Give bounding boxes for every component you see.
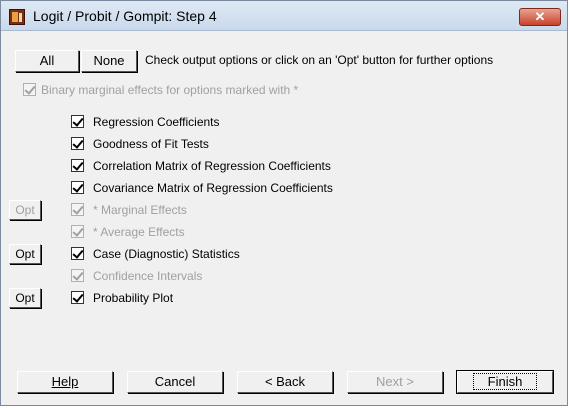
- option-checkbox[interactable]: [71, 247, 84, 260]
- back-button[interactable]: < Back: [237, 371, 333, 393]
- option-row[interactable]: Covariance Matrix of Regression Coeffici…: [9, 179, 549, 197]
- option-row: Opt * Marginal Effects: [9, 200, 549, 220]
- binary-marginal-label: Binary marginal effects for options mark…: [41, 83, 299, 97]
- option-checkbox: [71, 203, 84, 216]
- option-label: Covariance Matrix of Regression Coeffici…: [93, 181, 333, 195]
- window-title: Logit / Probit / Gompit: Step 4: [33, 8, 217, 24]
- back-label: < Back: [264, 374, 306, 389]
- close-button[interactable]: ✕: [519, 8, 561, 26]
- next-button: Next >: [347, 371, 443, 393]
- help-button[interactable]: Help: [17, 371, 113, 393]
- help-label: Help: [51, 374, 79, 389]
- none-button[interactable]: None: [81, 50, 137, 72]
- all-button[interactable]: All: [15, 50, 79, 72]
- option-checkbox[interactable]: [71, 137, 84, 150]
- opt-button[interactable]: Opt: [9, 244, 41, 264]
- option-row[interactable]: Goodness of Fit Tests: [9, 135, 549, 153]
- finish-button[interactable]: Finish: [456, 370, 554, 394]
- cancel-button[interactable]: Cancel: [127, 371, 223, 393]
- option-checkbox: [71, 269, 84, 282]
- option-label: Confidence Intervals: [93, 269, 203, 283]
- option-checkbox[interactable]: [71, 291, 84, 304]
- binary-marginal-checkbox[interactable]: [23, 83, 36, 96]
- option-label: * Marginal Effects: [93, 203, 187, 217]
- binary-marginal-option[interactable]: Binary marginal effects for options mark…: [23, 81, 543, 99]
- option-label: * Average Effects: [93, 225, 185, 239]
- option-row: * Average Effects: [9, 223, 549, 241]
- dialog-window: Logit / Probit / Gompit: Step 4 ✕ All No…: [0, 0, 568, 406]
- option-label: Regression Coefficients: [93, 115, 220, 129]
- app-icon: [9, 9, 25, 25]
- option-checkbox: [71, 225, 84, 238]
- opt-button: Opt: [9, 200, 41, 220]
- option-row[interactable]: Opt Case (Diagnostic) Statistics: [9, 244, 549, 264]
- option-row: Confidence Intervals: [9, 267, 549, 285]
- finish-label: Finish: [472, 373, 538, 390]
- option-row[interactable]: Opt Probability Plot: [9, 288, 549, 308]
- option-row[interactable]: Correlation Matrix of Regression Coeffic…: [9, 157, 549, 175]
- instruction-text: Check output options or click on an 'Opt…: [145, 53, 494, 67]
- option-label: Goodness of Fit Tests: [93, 137, 209, 151]
- option-label: Correlation Matrix of Regression Coeffic…: [93, 159, 331, 173]
- option-row[interactable]: Regression Coefficients: [9, 113, 549, 131]
- option-checkbox[interactable]: [71, 181, 84, 194]
- option-label: Case (Diagnostic) Statistics: [93, 247, 240, 261]
- option-label: Probability Plot: [93, 291, 174, 305]
- option-checkbox[interactable]: [71, 159, 84, 172]
- option-checkbox[interactable]: [71, 115, 84, 128]
- cancel-label: Cancel: [154, 374, 196, 389]
- next-label: Next >: [376, 374, 414, 389]
- title-bar: Logit / Probit / Gompit: Step 4 ✕: [1, 1, 567, 31]
- opt-button[interactable]: Opt: [9, 288, 41, 308]
- dialog-body: All None Check output options or click o…: [9, 39, 561, 399]
